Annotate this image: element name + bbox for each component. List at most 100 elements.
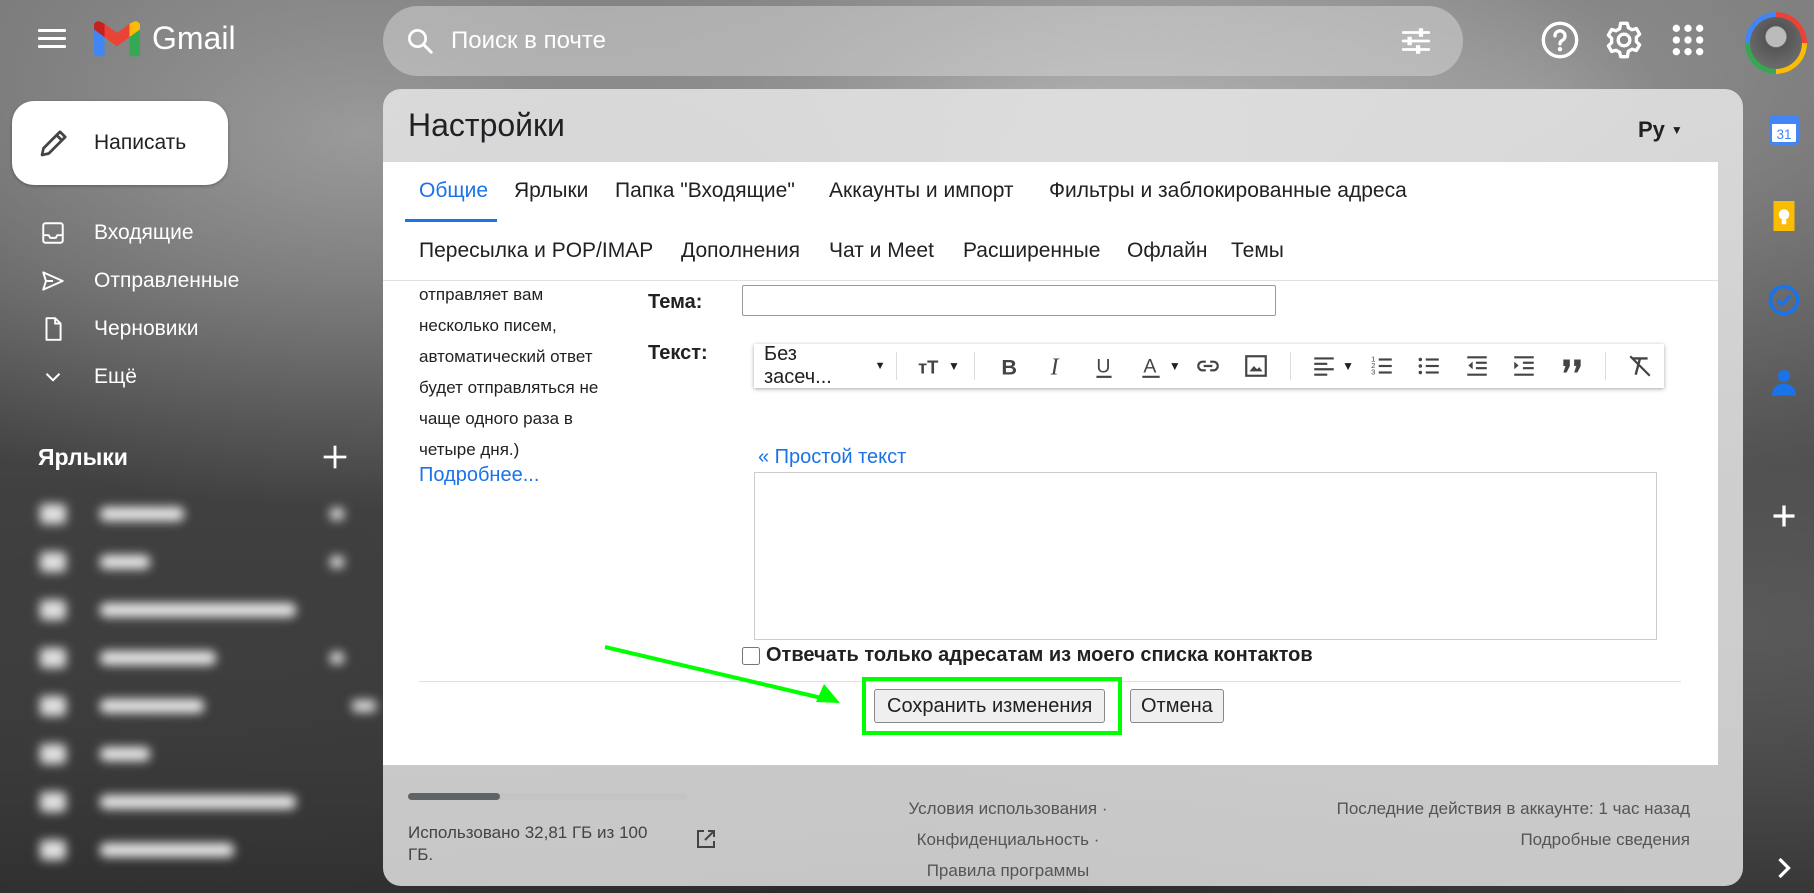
tab-addons[interactable]: Дополнения <box>681 239 800 263</box>
terms-link[interactable]: Условия использования <box>908 799 1097 818</box>
subject-label: Тема: <box>648 291 703 313</box>
draft-icon <box>45 317 62 341</box>
quote-button[interactable] <box>1554 348 1589 384</box>
font-family-select[interactable]: Без засеч... ▼ <box>764 343 886 389</box>
language-label: Ру <box>1638 117 1665 142</box>
app-name: Gmail <box>152 20 236 56</box>
font-family-value: Без засеч... <box>764 343 832 388</box>
numbered-list-button[interactable]: 123 <box>1364 348 1399 384</box>
clear-formatting-button[interactable] <box>1622 348 1657 384</box>
tab-general[interactable]: Общие <box>419 179 488 203</box>
main-menu-button[interactable] <box>30 24 74 60</box>
text-color-icon: A <box>1142 356 1160 378</box>
label-item[interactable] <box>40 791 296 813</box>
keep-icon[interactable] <box>1766 198 1802 234</box>
label-item[interactable] <box>40 743 150 765</box>
label-item[interactable] <box>40 551 344 573</box>
tab-accounts[interactable]: Аккаунты и импорт <box>829 179 1014 203</box>
input-language-selector[interactable]: Ру ▼ <box>1638 117 1683 143</box>
nav-item-sent[interactable]: Отправленные <box>0 259 370 303</box>
description-line: четыре дня.) <box>419 440 520 459</box>
nav-label: Ещё <box>94 365 137 388</box>
storage-meter-fill <box>408 793 501 800</box>
bold-icon: B <box>1001 355 1017 379</box>
chevron-right-icon[interactable] <box>1766 850 1802 886</box>
svg-text:3: 3 <box>1371 368 1375 377</box>
italic-button[interactable]: I <box>1038 348 1073 384</box>
description-line: чаще одного раза в <box>419 409 573 428</box>
underline-icon: U <box>1096 356 1112 378</box>
highlight-box <box>862 677 1122 735</box>
cancel-button[interactable]: Отмена <box>1130 689 1224 723</box>
open-in-new-icon[interactable] <box>694 827 718 851</box>
quote-icon <box>1563 359 1581 373</box>
insert-image-button[interactable] <box>1238 348 1273 384</box>
caret-down-icon: ▼ <box>1168 359 1181 373</box>
tab-advanced[interactable]: Расширенные <box>963 239 1100 263</box>
font-size-button[interactable]: тT <box>913 348 948 384</box>
description-line: будет отправляться не <box>419 378 599 397</box>
text-color-button[interactable]: A <box>1133 348 1168 384</box>
clear-formatting-icon <box>1629 355 1651 377</box>
search-bar[interactable] <box>383 6 1463 76</box>
align-left-icon <box>1314 357 1335 376</box>
learn-more-link[interactable]: Подробнее... <box>419 464 539 487</box>
svg-text:U: U <box>1096 356 1110 378</box>
vacation-body-editor[interactable] <box>754 472 1657 640</box>
tab-themes[interactable]: Темы <box>1231 239 1284 263</box>
tab-chat-meet[interactable]: Чат и Meet <box>829 239 934 263</box>
label-item[interactable] <box>40 839 234 861</box>
calendar-icon[interactable]: 31 <box>1766 112 1802 148</box>
privacy-link[interactable]: Конфиденциальность <box>917 830 1089 849</box>
settings-content: Общие Ярлыки Папка "Входящие" Аккаунты и… <box>383 162 1718 765</box>
label-item[interactable] <box>40 695 376 717</box>
search-icon[interactable] <box>405 26 435 56</box>
tab-offline[interactable]: Офлайн <box>1127 239 1207 263</box>
compose-button[interactable]: Написать <box>12 101 228 185</box>
settings-gear-icon[interactable] <box>1604 20 1644 60</box>
subject-input[interactable] <box>742 285 1276 316</box>
contacts-icon[interactable] <box>1766 364 1802 400</box>
bold-button[interactable]: B <box>991 348 1026 384</box>
add-addon-plus-icon[interactable] <box>1766 498 1802 534</box>
plain-text-link[interactable]: « Простой текст <box>758 446 906 469</box>
indent-more-icon <box>1514 356 1534 376</box>
search-input[interactable] <box>449 26 1399 56</box>
tab-filters[interactable]: Фильтры и заблокированные адреса <box>1049 179 1407 203</box>
annotation-arrow <box>604 645 840 703</box>
body-label: Текст: <box>648 342 708 364</box>
align-button[interactable] <box>1307 348 1342 384</box>
svg-text:I: I <box>1050 355 1060 379</box>
tab-labels[interactable]: Ярлыки <box>514 179 588 203</box>
nav-item-more[interactable]: Ещё <box>0 355 370 399</box>
apps-grid-icon[interactable] <box>1668 20 1708 60</box>
text-size-icon: тT <box>918 357 939 378</box>
account-avatar[interactable] <box>1745 12 1807 74</box>
search-options-icon[interactable] <box>1399 24 1433 58</box>
indent-less-icon <box>1466 356 1487 376</box>
indent-more-button[interactable] <box>1506 348 1541 384</box>
label-item[interactable] <box>40 647 344 669</box>
inbox-icon <box>42 222 64 244</box>
compose-label: Написать <box>94 131 187 154</box>
label-item[interactable] <box>40 503 344 525</box>
chevron-down-icon <box>45 373 61 382</box>
label-item[interactable] <box>40 599 296 621</box>
tab-forwarding[interactable]: Пересылка и POP/IMAP <box>419 239 653 263</box>
gmail-logo[interactable]: Gmail <box>94 20 236 57</box>
description-line: несколько писем, <box>419 316 557 335</box>
underline-button[interactable]: U <box>1086 348 1121 384</box>
help-icon[interactable] <box>1540 20 1580 60</box>
plus-icon[interactable] <box>318 440 352 474</box>
insert-link-button[interactable] <box>1191 348 1226 384</box>
nav-item-inbox[interactable]: Входящие <box>0 211 370 255</box>
tasks-icon[interactable] <box>1766 282 1802 318</box>
tab-inbox[interactable]: Папка "Входящие" <box>615 179 795 203</box>
bulleted-list-button[interactable] <box>1412 348 1447 384</box>
activity-details-link[interactable]: Подробные сведения <box>1337 824 1690 855</box>
page-title: Настройки <box>408 107 565 143</box>
program-policies-link[interactable]: Правила программы <box>927 861 1090 880</box>
account-activity: Последние действия в аккаунте: 1 час наз… <box>1337 793 1690 855</box>
nav-item-drafts[interactable]: Черновики <box>0 307 370 351</box>
indent-less-button[interactable] <box>1459 348 1494 384</box>
